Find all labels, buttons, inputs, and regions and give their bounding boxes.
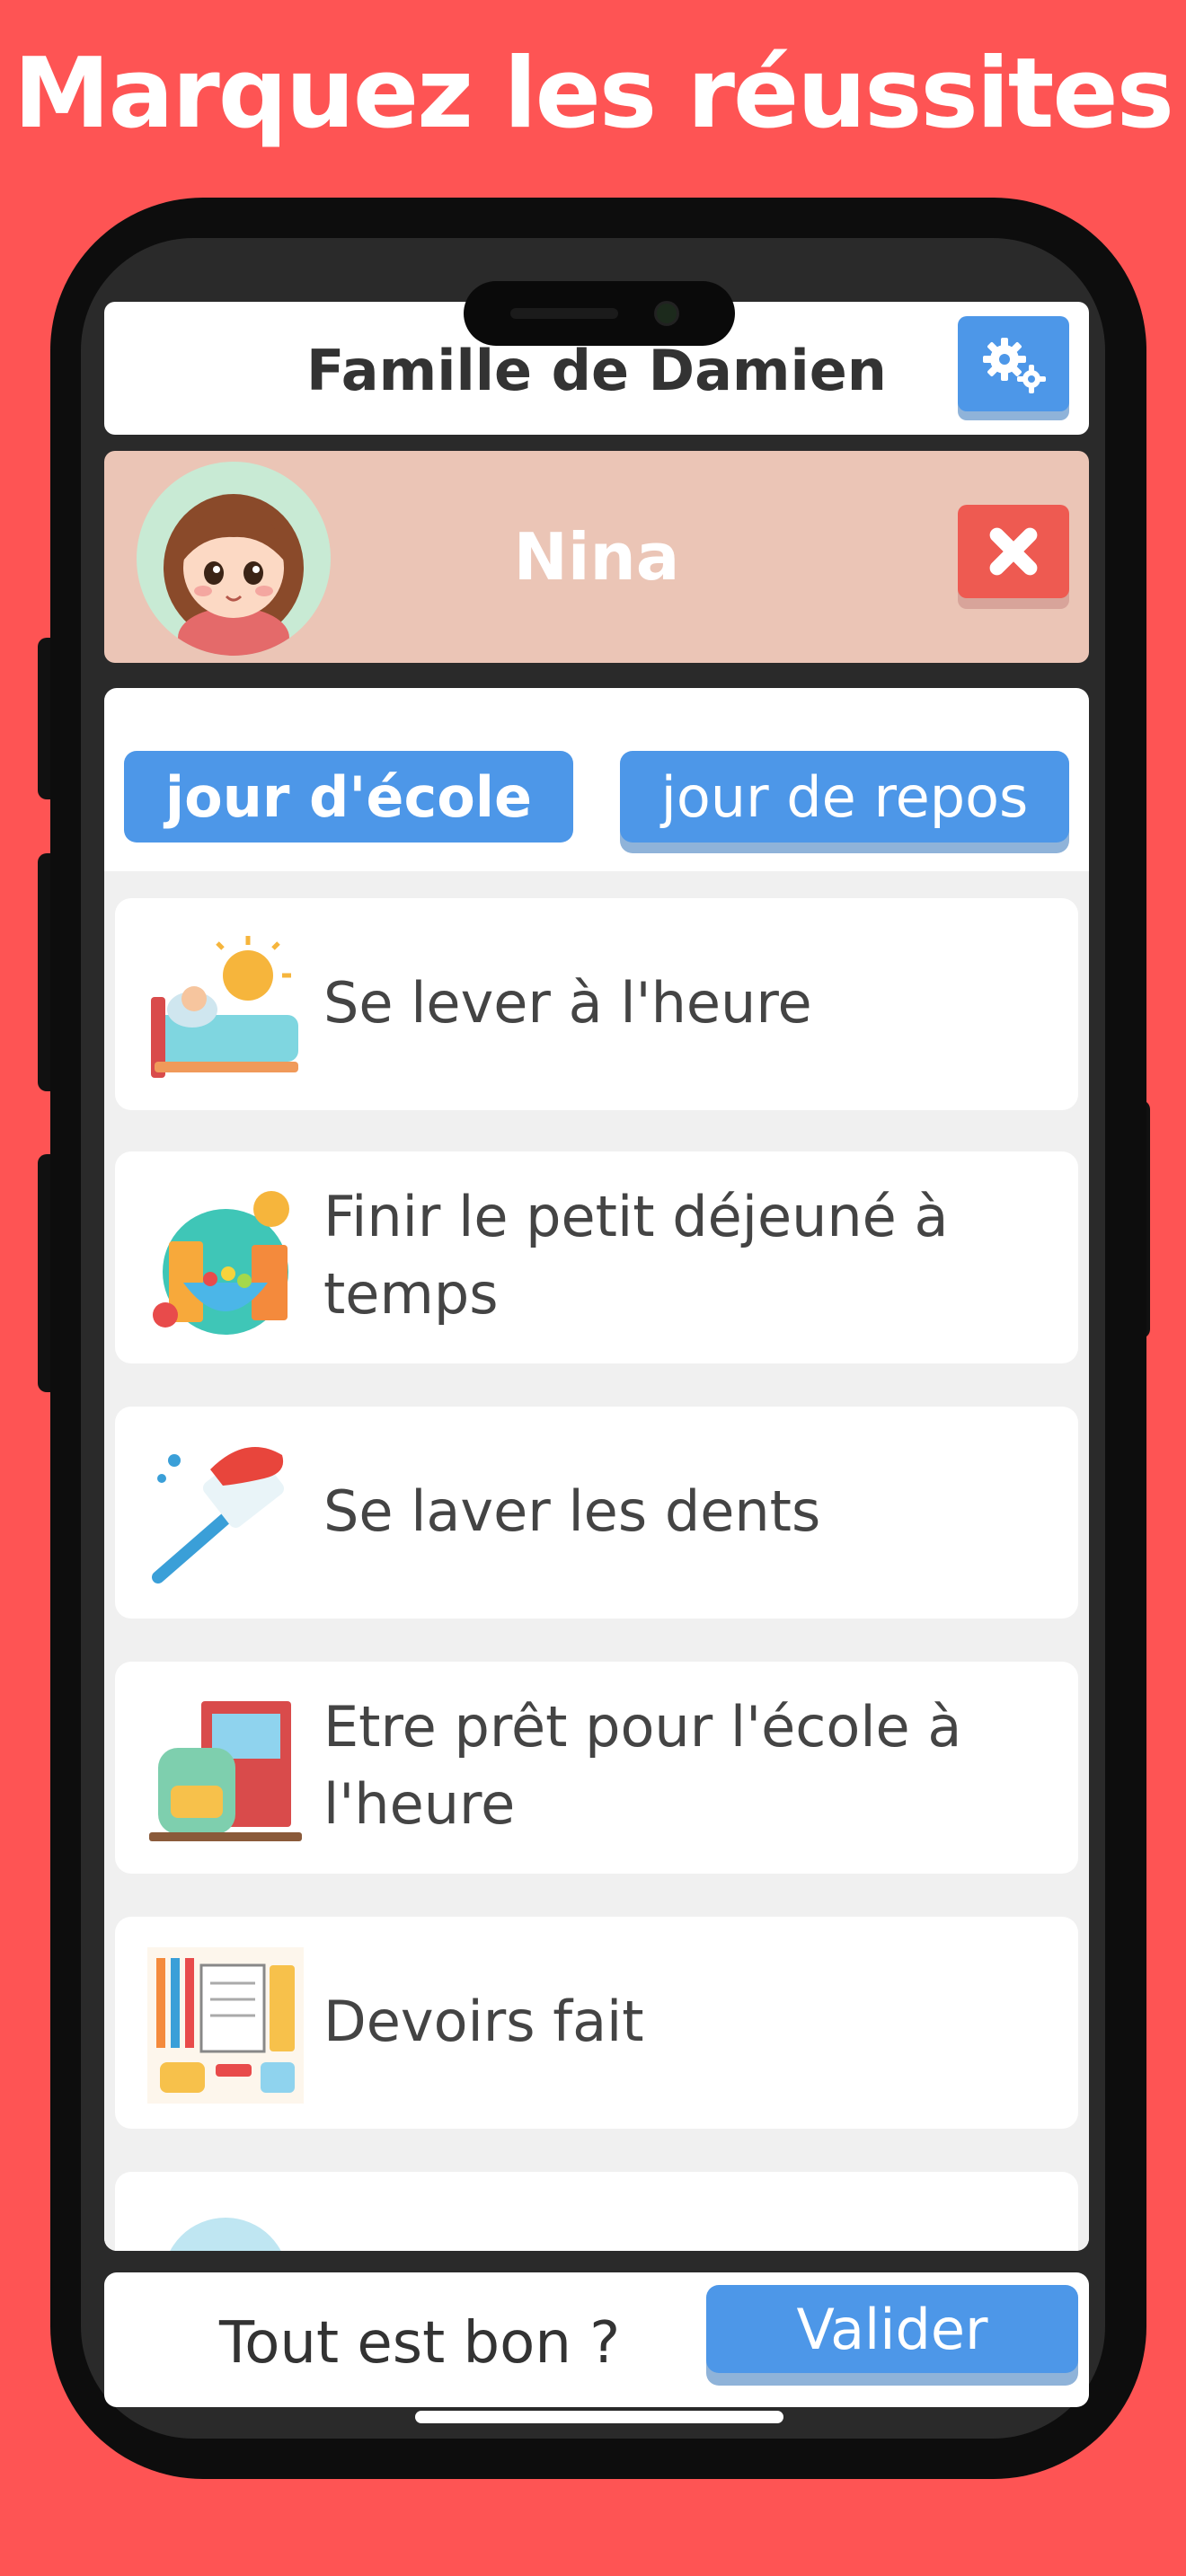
task-item[interactable]: Se lever à l'heure — [115, 898, 1078, 1123]
child-name: Nina — [513, 519, 680, 595]
task-item[interactable]: Se laver les dents — [115, 1407, 1078, 1631]
breakfast-icon — [153, 1191, 289, 1335]
school-bag-icon — [149, 1701, 302, 1841]
task-icon-partial — [170, 2218, 281, 2251]
camera-icon — [654, 301, 679, 326]
speaker — [510, 308, 618, 319]
gears-icon — [983, 338, 1046, 393]
task-status-bar — [115, 1096, 1078, 1123]
task-status-bar — [115, 1859, 1078, 1886]
close-x-icon — [989, 527, 1038, 576]
footer-bar: Tout est bon ? Valider — [104, 2272, 1089, 2407]
task-label: Devoirs fait — [323, 1989, 644, 2054]
home-indicator[interactable] — [415, 2411, 783, 2423]
task-status-bar — [115, 1604, 1078, 1631]
child-profile-bar: Nina — [104, 451, 1089, 663]
task-status-bar — [115, 2114, 1078, 2141]
tab-school-day[interactable]: jour d'école — [124, 751, 573, 842]
validate-button[interactable]: Valider — [706, 2285, 1078, 2373]
settings-button[interactable] — [958, 316, 1069, 411]
task-item[interactable]: Finir le petit déjeuné à temps — [115, 1151, 1078, 1376]
tab-rest-day[interactable]: jour de repos — [620, 751, 1069, 842]
task-status-bar — [115, 1349, 1078, 1376]
confirmation-question: Tout est bon ? — [219, 2310, 621, 2377]
dynamic-island — [464, 281, 735, 346]
task-label: Se laver les dents — [323, 1478, 821, 1544]
homework-icon — [147, 1947, 304, 2104]
wake-up-bed-icon — [151, 936, 298, 1078]
task-label: Etre prêt pour l'école à l'heure — [323, 1694, 962, 1837]
toothbrush-icon — [152, 1447, 285, 1584]
remove-child-button[interactable] — [958, 505, 1069, 598]
task-item-partial[interactable] — [115, 2172, 1078, 2251]
task-list: Se lever à l'heure Finir le petit déjeun… — [104, 871, 1089, 2251]
headline: Marquez les réussites — [13, 38, 1174, 150]
task-item[interactable]: Devoirs fait — [115, 1917, 1078, 2141]
family-title: Famille de Damien — [306, 338, 887, 403]
task-label: Finir le petit déjeuné à temps — [323, 1184, 949, 1327]
task-panel: jour d'école jour de repos Se lever à l'… — [104, 688, 1089, 2251]
task-label: Se lever à l'heure — [323, 970, 812, 1036]
task-item[interactable]: Etre prêt pour l'école à l'heure — [115, 1662, 1078, 1886]
